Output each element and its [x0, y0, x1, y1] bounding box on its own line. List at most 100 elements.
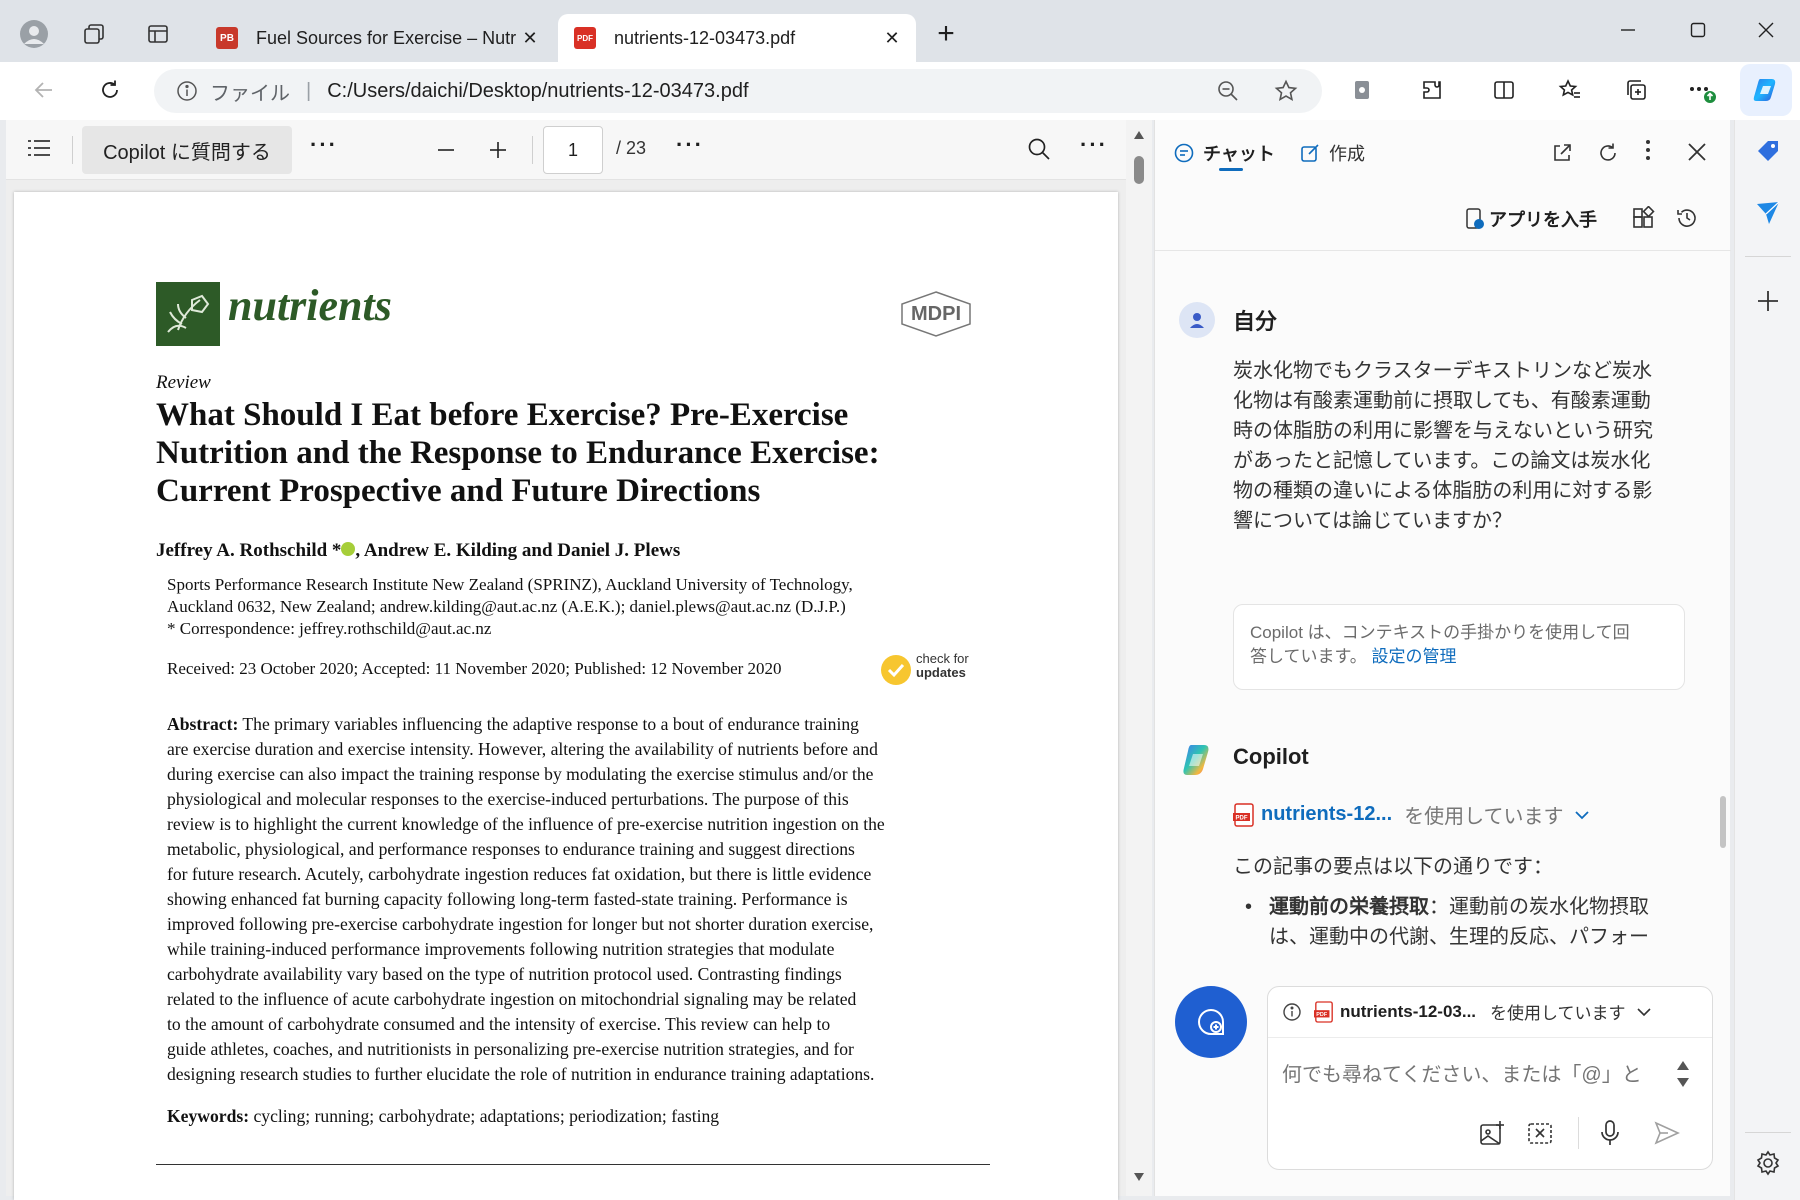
active-tab-indicator [1219, 168, 1243, 171]
tab-chat[interactable]: チャット [1173, 140, 1275, 166]
abstract-line: for future research. Acutely, carbohydra… [167, 864, 872, 884]
shopping-tag-icon[interactable] [1755, 138, 1781, 164]
tab-compose[interactable]: 作成 [1299, 140, 1365, 166]
add-image-icon[interactable] [1478, 1119, 1506, 1147]
check-updates-line2: updates [916, 665, 966, 680]
tab-fuel-sources[interactable]: PB Fuel Sources for Exercise – Nutrit ✕ [198, 14, 554, 62]
page-options-icon[interactable]: ··· [676, 132, 704, 158]
get-app-label: アプリを入手 [1489, 210, 1597, 230]
zoom-out-icon[interactable] [436, 140, 456, 160]
tab-title: nutrients-12-03473.pdf [614, 27, 796, 48]
zoom-out-icon[interactable] [1216, 79, 1240, 103]
abstract-label: Abstract: [167, 714, 239, 734]
refresh-chat-icon[interactable] [1597, 142, 1619, 164]
refresh-icon[interactable] [88, 68, 132, 112]
ask-copilot-label: Copilot に質問する [103, 141, 271, 164]
tab-nutrients-pdf[interactable]: PDF nutrients-12-03473.pdf ✕ [558, 14, 916, 62]
close-tab-icon[interactable]: ✕ [878, 24, 906, 52]
new-topic-button[interactable] [1175, 986, 1247, 1058]
composer-file-name: nutrients-12-03... [1340, 1001, 1477, 1021]
scroll-down-icon[interactable] [1133, 1172, 1145, 1182]
chat-input[interactable] [1282, 1057, 1662, 1093]
favorite-star-icon[interactable] [1274, 79, 1298, 103]
source-document-chip[interactable]: PDF nutrients-12... を使用しています [1233, 800, 1590, 829]
manage-settings-link[interactable]: 設定の管理 [1372, 647, 1457, 666]
expand-input-icon[interactable] [1676, 1059, 1690, 1089]
more-menu-icon[interactable] [1680, 68, 1724, 112]
address-bar[interactable]: ファイル | C:/Users/daichi/Desktop/nutrients… [154, 69, 1322, 113]
workspaces-icon[interactable] [74, 14, 114, 54]
bullet-bold: 運動前の栄養摂取 [1269, 896, 1429, 918]
tab-compose-label: 作成 [1329, 144, 1365, 164]
chevron-down-icon [1636, 1007, 1651, 1016]
journal-logo-icon [156, 282, 220, 346]
collections-icon[interactable] [1614, 68, 1658, 112]
profile-icon[interactable] [14, 14, 54, 54]
more-tools-icon[interactable]: ··· [310, 132, 338, 158]
new-tab-icon[interactable]: + [926, 14, 966, 54]
info-icon[interactable] [176, 80, 198, 102]
ask-copilot-button[interactable]: Copilot に質問する [82, 126, 292, 174]
title-line: What Should I Eat before Exercise? Pre-E… [156, 397, 849, 433]
abstract-line: metabolic, physiological, and performanc… [167, 839, 855, 859]
copilot-icon[interactable] [1740, 64, 1792, 116]
chevron-down-icon [1574, 810, 1589, 819]
favorites-icon[interactable] [1548, 68, 1592, 112]
authors: Jeffrey A. Rothschild * , Andrew E. Kildi… [156, 540, 680, 562]
close-tab-icon[interactable]: ✕ [516, 24, 544, 52]
abstract-line: to the amount of carbohydrate consumed a… [167, 1014, 831, 1034]
history-icon[interactable] [1675, 206, 1699, 230]
zoom-in-icon[interactable] [488, 140, 508, 160]
send-plane-icon[interactable] [1755, 200, 1781, 226]
add-sidebar-app-icon[interactable] [1755, 288, 1781, 314]
abstract-line: related to the influence of acute carboh… [167, 989, 857, 1009]
get-app-button[interactable]: アプリを入手 [1465, 206, 1597, 232]
open-in-new-icon[interactable] [1551, 142, 1573, 164]
split-screen-icon[interactable] [1482, 68, 1526, 112]
abstract-line: carbohydrate availability vary based on … [167, 964, 842, 984]
minimize-icon[interactable] [1598, 8, 1658, 52]
chat-icon [1174, 143, 1194, 163]
pdf-more-icon[interactable]: ··· [1080, 132, 1108, 158]
plugins-icon[interactable] [1631, 206, 1655, 230]
search-icon[interactable] [1026, 136, 1052, 162]
sidebar-settings-icon[interactable] [1755, 1150, 1781, 1176]
screenshot-icon[interactable] [1526, 1119, 1554, 1147]
mdpi-text: MDPI [911, 303, 961, 325]
tab-favicon: PB [216, 27, 238, 49]
window-close-icon[interactable] [1736, 8, 1796, 52]
source-file-name[interactable]: nutrients-12... [1261, 803, 1392, 826]
orcid-icon[interactable] [341, 542, 356, 556]
scroll-thumb[interactable] [1134, 156, 1144, 184]
send-icon[interactable] [1654, 1121, 1680, 1145]
composer-divider [1268, 1037, 1712, 1038]
pdf-scrollbar[interactable] [1126, 120, 1152, 1196]
author-rest: , Andrew E. Kilding and Daniel J. Plews [355, 540, 681, 561]
pane-options-icon[interactable] [1645, 138, 1651, 162]
scroll-up-icon[interactable] [1133, 130, 1145, 140]
back-icon[interactable] [22, 68, 66, 112]
close-pane-icon[interactable] [1687, 142, 1707, 162]
address-separator: | [306, 79, 312, 102]
user-message-line: 化物は有酸素運動前に摂取しても、有酸素運動 [1233, 390, 1651, 412]
section-rule [156, 1164, 990, 1165]
extensions-puzzle-icon[interactable] [1410, 68, 1454, 112]
extension-icon[interactable] [1340, 68, 1384, 112]
composer-context-chip[interactable]: PDF nutrients-12-03... を使用しています [1282, 999, 1652, 1024]
scheme-label: ファイル [210, 82, 290, 105]
compose-icon [1301, 144, 1319, 162]
url-text[interactable]: C:/Users/daichi/Desktop/nutrients-12-034… [327, 80, 748, 103]
copilot-logo-icon [1177, 740, 1217, 780]
context-note-line: Copilot は、コンテキストの手掛かりを使用して回 [1250, 623, 1630, 642]
contents-icon[interactable] [26, 136, 52, 160]
composer-file-suffix: を使用しています [1490, 1004, 1626, 1023]
chat-scroll-thumb[interactable] [1720, 796, 1726, 848]
context-notice: Copilot は、コンテキストの手掛かりを使用して回 答しています。 設定の管… [1233, 604, 1685, 690]
page-number-input[interactable]: 1 [543, 126, 603, 174]
maximize-icon[interactable] [1668, 8, 1728, 52]
vertical-tabs-icon[interactable] [138, 14, 178, 54]
answer-intro: この記事の要点は以下の通りです： [1233, 856, 1553, 878]
bullet-dot: • [1245, 896, 1253, 918]
check-for-updates-badge[interactable]: check for updates [880, 650, 980, 690]
microphone-icon[interactable] [1598, 1119, 1622, 1147]
